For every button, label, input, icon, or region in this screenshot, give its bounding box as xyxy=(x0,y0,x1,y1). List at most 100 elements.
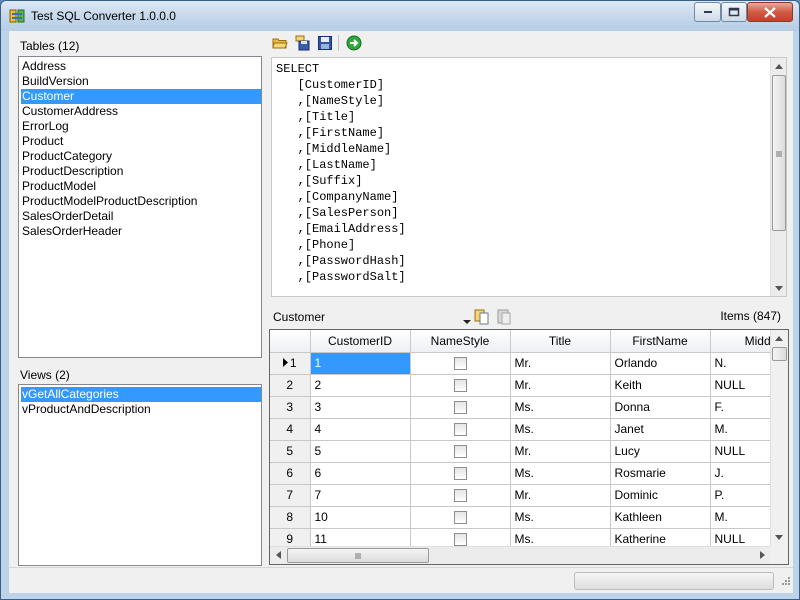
cell-first-name[interactable]: Janet xyxy=(610,418,711,441)
grid-hscroll-thumb[interactable] xyxy=(287,548,429,563)
close-button[interactable] xyxy=(747,2,793,22)
cell-customer-id[interactable]: 4 xyxy=(310,418,411,441)
run-arrow-icon[interactable] xyxy=(345,34,363,52)
cell-first-name[interactable]: Dominic xyxy=(610,484,711,507)
scroll-left-icon[interactable] xyxy=(270,547,286,563)
resize-grip-icon[interactable] xyxy=(779,576,791,591)
table-row[interactable]: 6 6 Ms. Rosmarie J. xyxy=(270,462,770,485)
scroll-down-icon[interactable] xyxy=(771,529,787,545)
minimize-button[interactable] xyxy=(694,2,721,22)
row-header[interactable]: 6 xyxy=(270,462,311,485)
cell-customer-id[interactable]: 5 xyxy=(310,440,411,463)
row-header[interactable]: 9 xyxy=(270,528,311,546)
table-list-item[interactable]: CustomerAddress xyxy=(21,104,261,119)
cell-title[interactable]: Mr. xyxy=(510,374,611,397)
table-row[interactable]: 9 11 Ms. Katherine NULL xyxy=(270,528,770,546)
name-style-checkbox[interactable] xyxy=(453,357,467,371)
table-list-item[interactable]: ProductCategory xyxy=(21,149,261,164)
maximize-button[interactable] xyxy=(721,2,747,22)
row-header[interactable]: 2 xyxy=(270,374,311,397)
name-style-checkbox[interactable] xyxy=(453,511,467,525)
grid-vertical-scrollbar[interactable] xyxy=(770,330,788,546)
cell-customer-id[interactable]: 2 xyxy=(310,374,411,397)
name-style-checkbox[interactable] xyxy=(453,379,467,393)
copy-icon[interactable] xyxy=(473,308,491,326)
sql-editor[interactable]: SELECT [CustomerID] ,[NameStyle] ,[Title… xyxy=(271,57,787,297)
row-header[interactable]: 4 xyxy=(270,418,311,441)
row-header[interactable]: 1 xyxy=(270,352,311,375)
cell-name-style[interactable] xyxy=(410,528,511,546)
save-icon[interactable] xyxy=(316,34,334,52)
table-list-item[interactable]: ProductModelProductDescription xyxy=(21,194,261,209)
paste-icon[interactable] xyxy=(495,308,513,326)
cell-middle-name[interactable]: J. xyxy=(710,462,770,485)
table-list-item[interactable]: Address xyxy=(21,59,261,74)
cell-name-style[interactable] xyxy=(410,462,511,485)
cell-customer-id[interactable]: 3 xyxy=(310,396,411,419)
row-header[interactable]: 3 xyxy=(270,396,311,419)
open-folder-icon[interactable] xyxy=(271,34,289,52)
column-header[interactable]: MiddleNa xyxy=(710,330,770,353)
table-list-item[interactable]: Product xyxy=(21,134,261,149)
save-as-icon[interactable] xyxy=(293,34,311,52)
scroll-up-icon[interactable] xyxy=(771,330,787,346)
table-list-item[interactable]: Customer xyxy=(21,89,261,104)
sql-scroll-thumb[interactable] xyxy=(772,75,786,231)
cell-title[interactable]: Mr. xyxy=(510,352,611,375)
table-row[interactable]: 5 5 Mr. Lucy NULL xyxy=(270,440,770,463)
cell-customer-id[interactable]: 1 xyxy=(310,352,411,375)
cell-middle-name[interactable]: F. xyxy=(710,396,770,419)
cell-customer-id[interactable]: 10 xyxy=(310,506,411,529)
name-style-checkbox[interactable] xyxy=(453,489,467,503)
cell-customer-id[interactable]: 6 xyxy=(310,462,411,485)
scroll-down-icon[interactable] xyxy=(771,280,786,296)
name-style-checkbox[interactable] xyxy=(453,533,467,546)
cell-first-name[interactable]: Rosmarie xyxy=(610,462,711,485)
title-bar[interactable]: Test SQL Converter 1.0.0.0 xyxy=(1,1,799,31)
cell-first-name[interactable]: Donna xyxy=(610,396,711,419)
cell-customer-id[interactable]: 7 xyxy=(310,484,411,507)
cell-name-style[interactable] xyxy=(410,484,511,507)
views-listbox[interactable]: vGetAllCategories vProductAndDescription xyxy=(18,384,262,566)
table-row[interactable]: 1 1 Mr. Orlando N. xyxy=(270,352,770,375)
scroll-up-icon[interactable] xyxy=(771,58,786,74)
grid-horizontal-scrollbar[interactable] xyxy=(270,546,770,564)
cell-name-style[interactable] xyxy=(410,440,511,463)
column-header[interactable]: Title xyxy=(510,330,611,353)
cell-name-style[interactable] xyxy=(410,352,511,375)
cell-title[interactable]: Mr. xyxy=(510,440,611,463)
cell-middle-name[interactable]: NULL xyxy=(710,440,770,463)
cell-title[interactable]: Ms. xyxy=(510,396,611,419)
name-style-checkbox[interactable] xyxy=(453,445,467,459)
cell-title[interactable]: Ms. xyxy=(510,462,611,485)
table-select-combo[interactable]: Customer xyxy=(271,307,473,327)
name-style-checkbox[interactable] xyxy=(453,467,467,481)
name-style-checkbox[interactable] xyxy=(453,401,467,415)
table-list-item[interactable]: BuildVersion xyxy=(21,74,261,89)
table-row[interactable]: 8 10 Ms. Kathleen M. xyxy=(270,506,770,529)
cell-name-style[interactable] xyxy=(410,396,511,419)
cell-first-name[interactable]: Keith xyxy=(610,374,711,397)
row-header[interactable]: 5 xyxy=(270,440,311,463)
cell-title[interactable]: Ms. xyxy=(510,418,611,441)
cell-middle-name[interactable]: NULL xyxy=(710,528,770,546)
tables-listbox[interactable]: Address BuildVersion Customer CustomerAddre… xyxy=(18,56,262,358)
cell-first-name[interactable]: Lucy xyxy=(610,440,711,463)
data-grid[interactable]: CustomerIDNameStyleTitleFirstNameMiddleN… xyxy=(269,329,789,565)
table-row[interactable]: 4 4 Ms. Janet M. xyxy=(270,418,770,441)
table-list-item[interactable]: SalesOrderHeader xyxy=(21,224,261,239)
table-row[interactable]: 7 7 Mr. Dominic P. xyxy=(270,484,770,507)
cell-middle-name[interactable]: M. xyxy=(710,506,770,529)
table-row[interactable]: 2 2 Mr. Keith NULL xyxy=(270,374,770,397)
cell-name-style[interactable] xyxy=(410,418,511,441)
cell-customer-id[interactable]: 11 xyxy=(310,528,411,546)
view-list-item[interactable]: vGetAllCategories xyxy=(21,387,261,402)
cell-first-name[interactable]: Orlando xyxy=(610,352,711,375)
view-list-item[interactable]: vProductAndDescription xyxy=(21,402,261,417)
row-header[interactable]: 8 xyxy=(270,506,311,529)
sql-vertical-scrollbar[interactable] xyxy=(770,58,786,296)
scroll-right-icon[interactable] xyxy=(754,547,770,563)
cell-title[interactable]: Ms. xyxy=(510,506,611,529)
cell-middle-name[interactable]: NULL xyxy=(710,374,770,397)
table-list-item[interactable]: SalesOrderDetail xyxy=(21,209,261,224)
